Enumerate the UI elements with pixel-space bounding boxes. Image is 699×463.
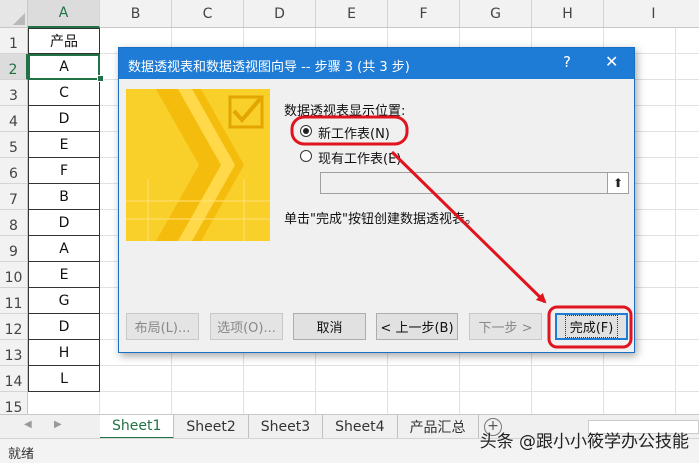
row-header[interactable]: 11 [0, 288, 28, 314]
data-cell[interactable]: C [28, 80, 100, 106]
options-button[interactable]: 选项(O)... [210, 313, 283, 340]
cancel-button[interactable]: 取消 [293, 313, 366, 340]
row-headers: 1 2 3 4 5 6 7 8 9 10 11 12 13 14 15 [0, 28, 28, 414]
header-cell-product[interactable]: 产品 [28, 28, 100, 54]
row-header[interactable]: 6 [0, 158, 28, 184]
column-headers: A B C D E F G H I [28, 0, 699, 28]
row-header[interactable]: 7 [0, 184, 28, 210]
status-text: 就绪 [8, 447, 35, 462]
wizard-illustration [126, 89, 270, 241]
data-cell[interactable]: A [28, 236, 100, 262]
sheet-tab-product-summary[interactable]: 产品汇总 [398, 415, 479, 439]
row-header[interactable]: 14 [0, 366, 28, 392]
column-header-f[interactable]: F [388, 0, 460, 28]
existing-sheet-radio[interactable] [300, 150, 312, 162]
data-cell[interactable]: D [28, 106, 100, 132]
column-a-data: 产品 A C D E F B D A E G D H L [28, 28, 100, 392]
status-bar: 就绪 头条 @跟小小筱学办公技能 [0, 432, 699, 463]
fill-handle[interactable] [97, 75, 104, 82]
data-cell[interactable]: E [28, 262, 100, 288]
row-header[interactable]: 12 [0, 314, 28, 340]
sheet-tab-sheet2[interactable]: Sheet2 [174, 415, 249, 439]
existing-sheet-label[interactable]: 现有工作表(E) [318, 148, 401, 167]
tab-scroll-left-icon[interactable]: ◀ [24, 419, 32, 430]
row-header[interactable]: 9 [0, 236, 28, 262]
data-cell[interactable]: D [28, 210, 100, 236]
data-cell[interactable]: F [28, 158, 100, 184]
row-header[interactable]: 8 [0, 210, 28, 236]
dialog-title: 数据透视表和数据透视图向导 -- 步骤 3 (共 3 步) [128, 60, 410, 75]
sheet-tab-sheet3[interactable]: Sheet3 [249, 415, 324, 439]
help-icon[interactable]: ? [563, 53, 571, 71]
next-button[interactable]: 下一步 > [469, 313, 542, 340]
finish-button[interactable]: 完成(F) [555, 313, 628, 340]
column-header-d[interactable]: D [244, 0, 316, 28]
finish-hint: 单击"完成"按钮创建数据透视表。 [284, 212, 478, 227]
data-cell[interactable]: L [28, 366, 100, 392]
sheet-tab-sheet4[interactable]: Sheet4 [323, 415, 398, 439]
tab-scroll-right-icon[interactable]: ▶ [54, 419, 62, 430]
column-header-e[interactable]: E [316, 0, 388, 28]
pivot-wizard-dialog: 数据透视表和数据透视图向导 -- 步骤 3 (共 3 步) ? ✕ 数据透视表显… [118, 47, 635, 353]
column-header-a[interactable]: A [28, 0, 100, 28]
row-header[interactable]: 1 [0, 28, 28, 54]
column-header-b[interactable]: B [100, 0, 172, 28]
row-header[interactable]: 3 [0, 80, 28, 106]
column-header-c[interactable]: C [172, 0, 244, 28]
data-cell[interactable]: H [28, 340, 100, 366]
active-cell[interactable]: A [28, 54, 100, 80]
sheet-tab-sheet1[interactable]: Sheet1 [100, 415, 175, 439]
close-icon[interactable]: ✕ [605, 52, 618, 71]
location-label: 数据透视表显示位置: [284, 104, 406, 119]
column-header-h[interactable]: H [532, 0, 604, 28]
row-header[interactable]: 2 [0, 54, 28, 80]
data-cell[interactable]: G [28, 288, 100, 314]
dialog-titlebar[interactable]: 数据透视表和数据透视图向导 -- 步骤 3 (共 3 步) ? ✕ [119, 48, 634, 79]
layout-button[interactable]: 布局(L)... [126, 313, 199, 340]
row-header[interactable]: 4 [0, 106, 28, 132]
finish-button-label: 完成(F) [564, 315, 619, 338]
column-header-i[interactable]: I [604, 0, 699, 28]
location-range-input[interactable]: ⬆ [320, 172, 629, 194]
new-sheet-radio[interactable] [300, 125, 312, 137]
data-cell[interactable]: B [28, 184, 100, 210]
data-cell[interactable]: E [28, 132, 100, 158]
watermark-text: 头条 @跟小小筱学办公技能 [479, 432, 689, 452]
row-header[interactable]: 10 [0, 262, 28, 288]
select-all-corner[interactable] [0, 0, 28, 28]
row-header[interactable]: 5 [0, 132, 28, 158]
new-sheet-label[interactable]: 新工作表(N) [318, 123, 390, 142]
back-button[interactable]: < 上一步(B) [376, 313, 458, 340]
data-cell[interactable]: D [28, 314, 100, 340]
column-header-g[interactable]: G [460, 0, 532, 28]
row-header[interactable]: 13 [0, 340, 28, 366]
row-header[interactable]: 15 [0, 392, 28, 414]
collapse-range-icon[interactable]: ⬆ [607, 173, 628, 193]
